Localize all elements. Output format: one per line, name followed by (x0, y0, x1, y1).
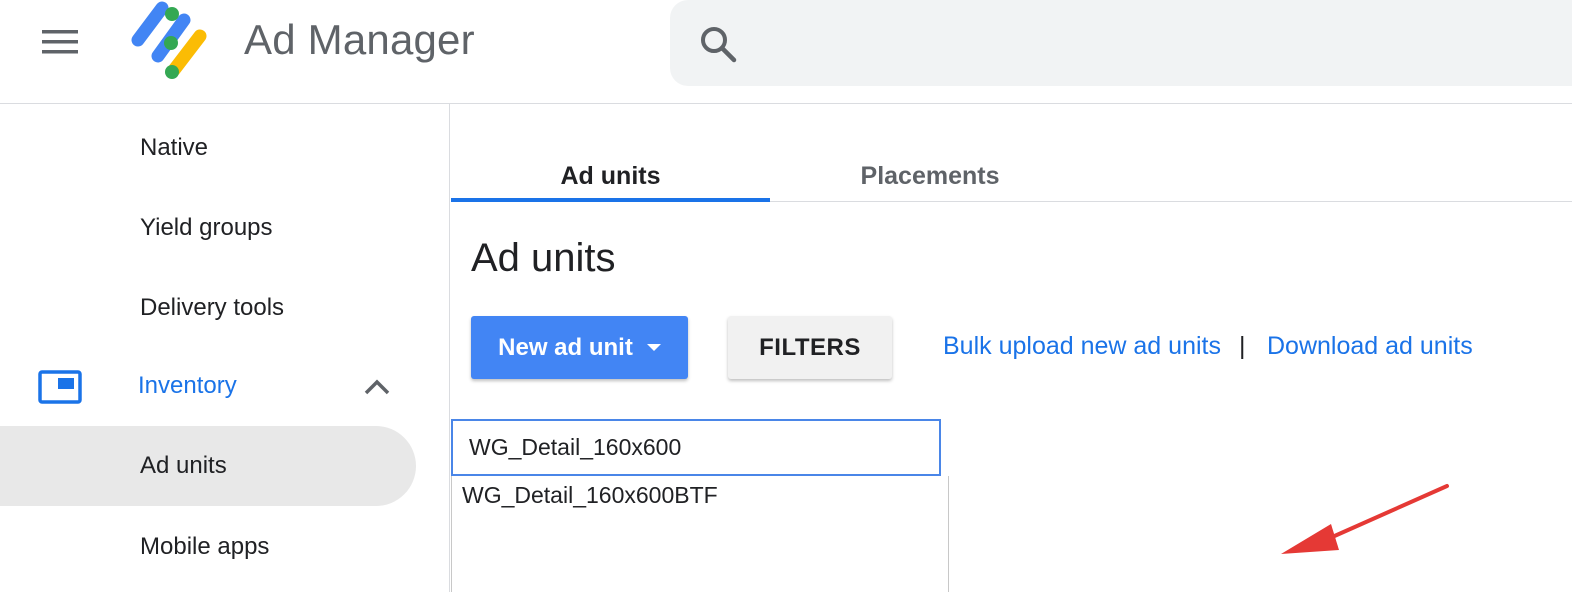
tab-bar: Ad units Placements (451, 104, 1572, 202)
top-app-bar: Ad Manager (0, 0, 1572, 104)
autocomplete-dropdown: WG_Detail_160x600BTF (451, 476, 949, 592)
chevron-up-icon[interactable] (360, 370, 394, 404)
global-search-input[interactable] (754, 20, 1534, 66)
sidebar-item-ad-units[interactable]: Ad units (0, 426, 416, 506)
bulk-upload-link[interactable]: Bulk upload new ad units (943, 332, 1221, 361)
ad-unit-search-input[interactable] (451, 419, 941, 476)
sidebar-item-label: Mobile apps (140, 533, 270, 560)
sidebar-item-delivery-tools[interactable]: Delivery tools (0, 268, 416, 348)
ad-manager-logo[interactable] (128, 0, 218, 86)
annotation-arrow (1281, 484, 1449, 554)
tab-placements[interactable]: Placements (770, 150, 1090, 202)
filters-button[interactable]: FILTERS (728, 316, 892, 379)
link-separator: | (1239, 332, 1246, 360)
sidebar-item-label: Yield groups (140, 214, 273, 241)
hamburger-menu-icon (42, 30, 78, 54)
download-ad-units-link[interactable]: Download ad units (1267, 332, 1473, 361)
new-ad-unit-button[interactable]: New ad unit (471, 316, 688, 379)
sidebar-item-label: Inventory (138, 372, 237, 399)
autocomplete-suggestion[interactable]: WG_Detail_160x600BTF (462, 482, 718, 509)
active-tab-indicator (451, 198, 770, 202)
global-search[interactable] (670, 0, 1572, 86)
search-icon[interactable] (698, 24, 738, 64)
tab-label: Placements (860, 161, 1000, 190)
sidebar-item-native[interactable]: Native (0, 108, 416, 188)
caret-down-icon (646, 344, 661, 351)
tab-label: Ad units (560, 161, 661, 190)
inventory-icon (38, 370, 82, 404)
app-title: Ad Manager (244, 16, 475, 63)
new-ad-unit-label: New ad unit (498, 333, 633, 361)
filters-label: FILTERS (759, 333, 861, 361)
sidebar-nav: Native Yield groups Delivery tools Inven… (0, 104, 450, 592)
main-menu-button[interactable] (30, 22, 90, 62)
sidebar-item-yield-groups[interactable]: Yield groups (0, 188, 416, 268)
sidebar-item-label: Delivery tools (140, 294, 285, 321)
sidebar-item-mobile-apps[interactable]: Mobile apps (0, 507, 416, 587)
main-content: Ad units Placements Ad units New ad unit… (451, 104, 1572, 592)
tab-ad-units[interactable]: Ad units (451, 150, 770, 202)
page-title: Ad units (471, 236, 616, 280)
sidebar-item-label: Native (140, 134, 209, 161)
sidebar-item-label: Ad units (140, 452, 227, 479)
